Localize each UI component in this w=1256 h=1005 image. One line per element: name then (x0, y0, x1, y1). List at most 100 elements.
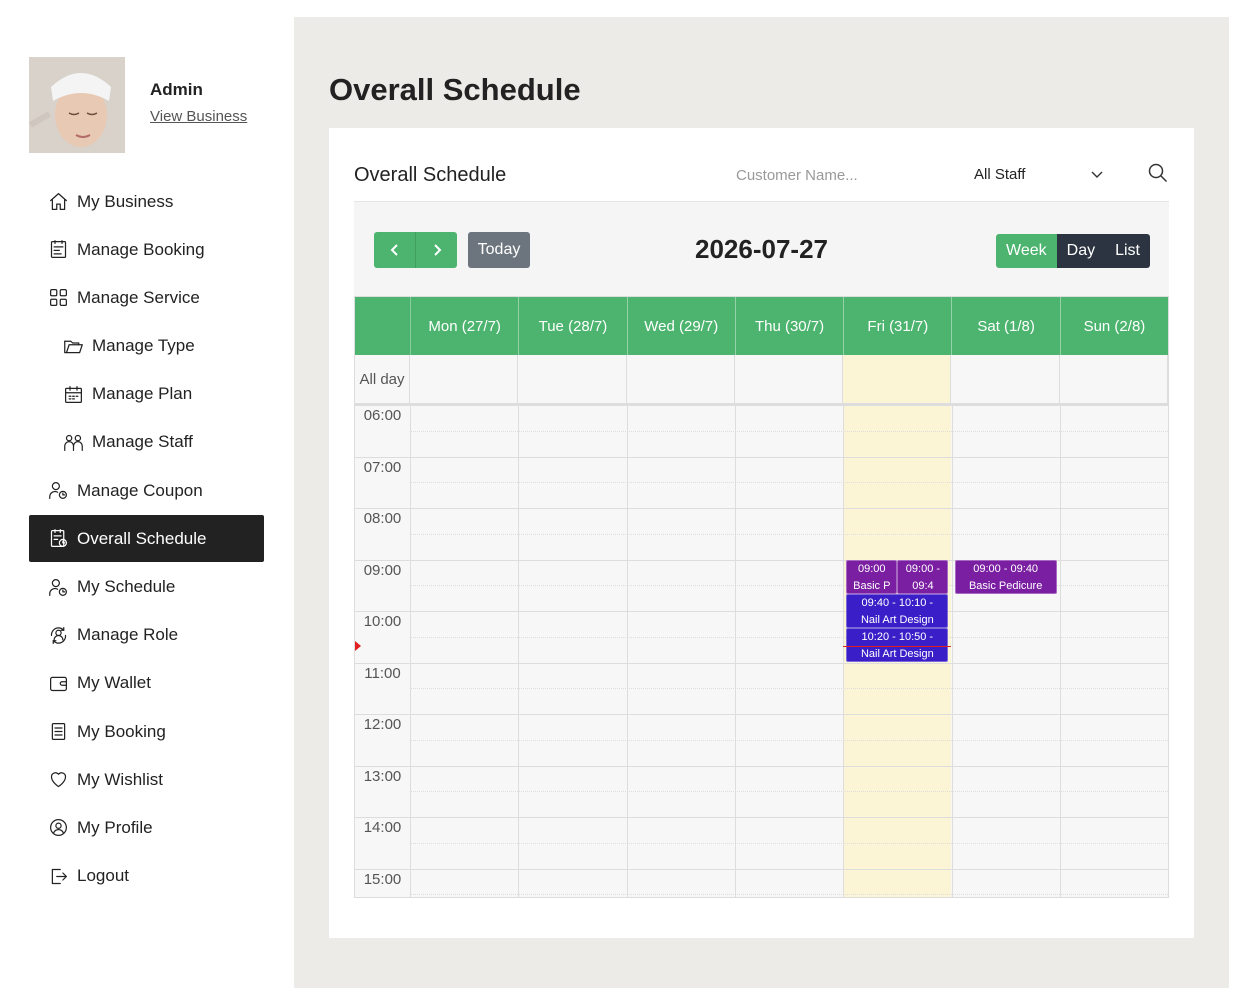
sidebar-item-label: My Business (77, 191, 174, 211)
chevron-right-icon (433, 244, 441, 256)
sidebar-item-manage-type[interactable]: Manage Type (29, 323, 264, 370)
list-icon (47, 721, 69, 743)
calendar-event[interactable]: 09:00 - 09:40 Basic Pedicure (954, 559, 1057, 594)
staff-icon (62, 431, 84, 453)
calendar-event[interactable]: 09:00 - 09:4Basic (897, 559, 949, 594)
sidebar-item-my-business[interactable]: My Business (29, 178, 264, 225)
event-title: Basic P (853, 579, 891, 592)
prev-button[interactable] (374, 232, 415, 268)
view-list-button[interactable]: List (1105, 234, 1150, 268)
sidebar-item-my-profile[interactable]: My Profile (29, 804, 264, 851)
day-column-line (410, 405, 411, 897)
sidebar-item-label: Manage Staff (92, 432, 193, 452)
calendar-event[interactable]: 09:00 Basic P (846, 559, 898, 594)
view-business-link[interactable]: View Business (150, 108, 247, 125)
sidebar-item-label: Manage Role (77, 625, 179, 645)
hour-line (355, 611, 1168, 612)
day-header[interactable]: Sun (2/8) (1061, 297, 1168, 355)
sidebar: Admin View Business My Business Manage B… (0, 0, 294, 1005)
sidebar-item-label: Manage Plan (92, 384, 193, 404)
now-indicator-line (843, 646, 952, 648)
sidebar-item-label: My Profile (77, 817, 153, 837)
grid-icon (47, 287, 69, 309)
search-icon[interactable] (1147, 162, 1169, 184)
all-day-cell[interactable] (1060, 355, 1168, 403)
half-hour-line (410, 482, 1168, 484)
calendar-event[interactable]: 09:40 - 10:10 - Nail Art Design (846, 593, 949, 629)
card-title: Overall Schedule (354, 164, 507, 186)
sidebar-item-my-schedule[interactable]: My Schedule (29, 564, 264, 611)
time-label: 12:00 (363, 716, 402, 733)
main-content: Overall Schedule Overall Schedule All St… (294, 17, 1229, 988)
chevron-down-icon (1091, 171, 1103, 178)
day-header[interactable]: Tue (28/7) (519, 297, 628, 355)
sidebar-item-label: Manage Type (92, 336, 195, 356)
hour-line (355, 405, 1168, 406)
customer-name-input[interactable] (734, 161, 928, 189)
event-time: 09:00 (857, 562, 886, 575)
time-label: 15:00 (363, 870, 402, 888)
sidebar-item-label: My Wallet (77, 673, 151, 693)
sidebar-item-manage-staff[interactable]: Manage Staff (29, 419, 264, 466)
half-hour-line (410, 842, 1168, 844)
all-day-cell[interactable] (951, 355, 1060, 403)
chevron-left-icon (390, 244, 398, 256)
sidebar-item-overall-schedule[interactable]: Overall Schedule (29, 515, 264, 563)
event-time: 10:20 - 10:50 - (861, 631, 934, 644)
day-column-line (843, 405, 845, 897)
view-week-button[interactable]: Week (996, 234, 1057, 268)
time-label: 09:00 (363, 561, 402, 579)
day-column-line (1168, 405, 1169, 898)
day-header[interactable]: Sat (1/8) (952, 297, 1061, 355)
day-header[interactable]: Mon (27/7) (411, 297, 520, 355)
sidebar-item-manage-booking[interactable]: Manage Booking (29, 226, 264, 273)
staff-select[interactable]: All Staff (974, 161, 1104, 187)
profile-name: Admin (150, 80, 203, 99)
half-hour-line (410, 739, 1168, 741)
all-day-cell[interactable] (735, 355, 844, 403)
time-label: 11:00 (364, 664, 401, 682)
sidebar-item-label: My Booking (77, 721, 166, 741)
sidebar-item-manage-service[interactable]: Manage Service (29, 274, 264, 321)
calendar-nav-group (374, 232, 457, 268)
all-day-cell[interactable] (627, 355, 735, 403)
day-column-line (626, 405, 628, 897)
booking-icon (47, 239, 69, 261)
day-column-line (1059, 405, 1061, 897)
today-button[interactable]: Today (468, 232, 530, 268)
event-time: 09:00 - 09:40 (973, 562, 1039, 575)
all-day-cell-today[interactable] (843, 355, 952, 403)
view-day-button[interactable]: Day (1056, 234, 1106, 268)
calendar-grid: Mon (27/7) Tue (28/7) Wed (29/7) Thu (30… (354, 296, 1169, 898)
calendar-toolbar: Today 2026-07-27 Week Day List (354, 202, 1169, 296)
day-header[interactable]: Thu (30/7) (736, 297, 845, 355)
sidebar-item-label: Logout (77, 866, 129, 886)
sidebar-nav: My Business Manage Booking Manage Servic… (29, 178, 264, 901)
sidebar-item-my-wishlist[interactable]: My Wishlist (29, 756, 264, 803)
time-grid[interactable]: 06:00 07:00 08:00 09:00 10:00 11:00 12:00 13:00… (355, 405, 1169, 898)
hour-line (355, 868, 1168, 870)
sidebar-item-my-booking[interactable]: My Booking (29, 708, 264, 755)
header-gutter (355, 297, 411, 355)
wallet-icon (47, 672, 69, 694)
sidebar-item-label: Overall Schedule (77, 528, 207, 548)
heart-icon (47, 769, 69, 791)
half-hour-line (410, 894, 1168, 896)
sidebar-item-label: Manage Coupon (77, 480, 203, 500)
sidebar-item-my-wallet[interactable]: My Wallet (29, 660, 264, 707)
day-header[interactable]: Fri (31/7) (844, 297, 953, 355)
sidebar-item-manage-role[interactable]: Manage Role (29, 612, 264, 659)
event-time: 09:40 - 10:10 - (861, 596, 934, 609)
day-column-line (951, 405, 953, 897)
sidebar-item-logout[interactable]: Logout (29, 853, 264, 900)
next-button[interactable] (415, 232, 457, 268)
time-label: 13:00 (363, 767, 402, 785)
calendar-icon (62, 383, 84, 405)
all-day-cell[interactable] (518, 355, 627, 403)
day-header[interactable]: Wed (29/7) (628, 297, 736, 355)
sidebar-item-manage-coupon[interactable]: Manage Coupon (29, 467, 264, 514)
schedule-card: Overall Schedule All Staff Today 2026-07… (329, 128, 1194, 938)
sidebar-item-manage-plan[interactable]: Manage Plan (29, 371, 264, 418)
all-day-cell[interactable] (410, 355, 519, 403)
time-label: 08:00 (363, 510, 402, 527)
